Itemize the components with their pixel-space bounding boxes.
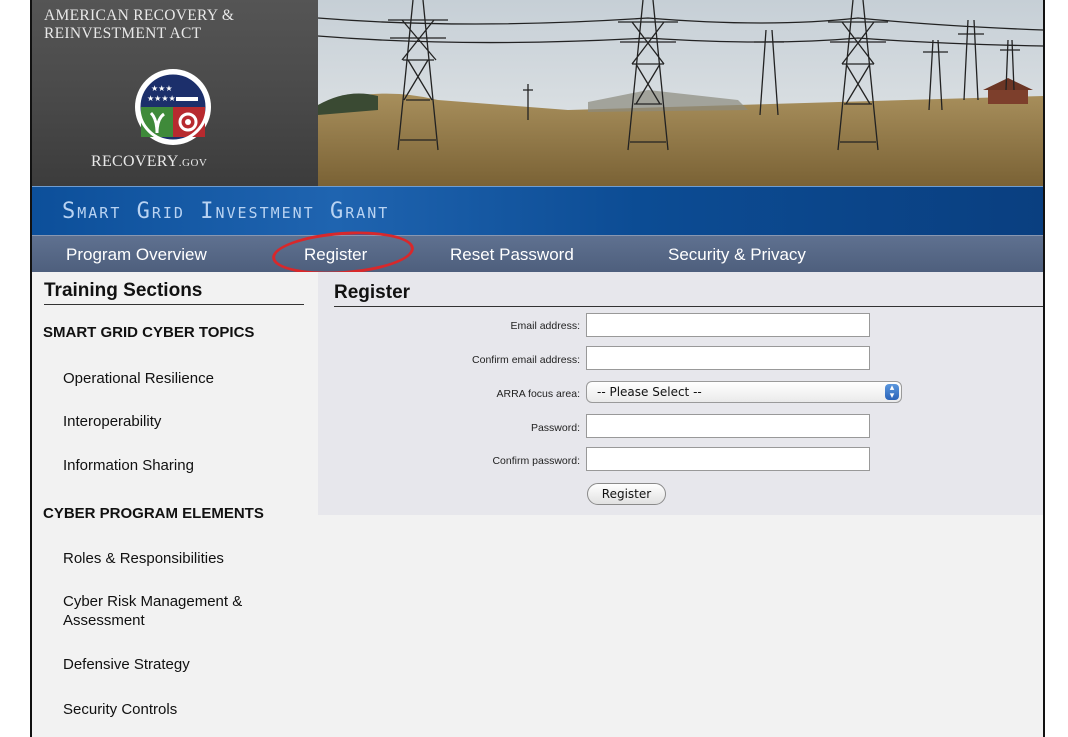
confirm-email-field[interactable] (586, 346, 870, 370)
sidebar-link-information-sharing[interactable]: Information Sharing (63, 456, 194, 475)
nav-reset-password[interactable]: Reset Password (450, 245, 574, 265)
focus-area-select[interactable]: -- Please Select -- ▴ ▾ (586, 381, 902, 403)
recovery-act-title: AMERICAN RECOVERY & REINVESTMENT ACT (44, 7, 235, 42)
main-nav: Program Overview Register Reset Password… (32, 235, 1043, 272)
recovery-gov-suffix: .GOV (178, 157, 208, 169)
email-label: Email address: (510, 320, 580, 332)
program-banner: Smart Grid Investment Grant (32, 186, 1043, 235)
email-field[interactable] (586, 313, 870, 337)
sidebar-link-defensive-strategy[interactable]: Defensive Strategy (63, 655, 190, 674)
sidebar-link-roles-responsibilities[interactable]: Roles & Responsibilities (63, 549, 224, 568)
sidebar-link-security-controls[interactable]: Security Controls (63, 700, 177, 719)
nav-security-privacy[interactable]: Security & Privacy (668, 245, 806, 265)
recovery-gov-logo: RECOVERY.GOV (91, 153, 207, 171)
focus-area-label: ARRA focus area: (496, 388, 580, 400)
recovery-gov-name: RECOVERY (91, 153, 179, 170)
register-button[interactable]: Register (587, 483, 666, 505)
training-sidebar: Training Sections SMART GRID CYBER TOPIC… (32, 272, 318, 737)
program-title: Smart Grid Investment Grant (62, 199, 390, 224)
register-form: Register Email address: Confirm email ad… (318, 272, 1043, 515)
select-arrows-icon: ▴ ▾ (885, 384, 899, 401)
svg-text:★★★★: ★★★★ (147, 94, 176, 103)
focus-area-selected: -- Please Select -- (597, 385, 702, 399)
sidebar-section-program-elements: CYBER PROGRAM ELEMENTS (43, 505, 264, 522)
power-lines-photo (318, 0, 1043, 186)
page-frame: AMERICAN RECOVERY & REINVESTMENT ACT ★★★… (30, 0, 1045, 737)
sidebar-section-cyber-topics: SMART GRID CYBER TOPICS (43, 324, 255, 341)
recovery-seal-icon: ★★★ ★★★★ (135, 69, 211, 145)
page-title: Register (334, 282, 1043, 307)
confirm-password-label: Confirm password: (492, 455, 580, 467)
recovery-gov-panel[interactable]: AMERICAN RECOVERY & REINVESTMENT ACT ★★★… (32, 0, 318, 186)
sidebar-link-interoperability[interactable]: Interoperability (63, 412, 161, 431)
password-field[interactable] (586, 414, 870, 438)
nav-program-overview[interactable]: Program Overview (66, 245, 207, 265)
confirm-password-field[interactable] (586, 447, 870, 471)
sidebar-link-cyber-risk-management[interactable]: Cyber Risk Management & Assessment (63, 592, 283, 630)
sidebar-heading: Training Sections (44, 280, 304, 305)
password-label: Password: (530, 422, 580, 434)
confirm-email-label: Confirm email address: (472, 354, 580, 366)
site-header: AMERICAN RECOVERY & REINVESTMENT ACT ★★★… (32, 0, 1043, 186)
svg-text:★★★: ★★★ (151, 84, 173, 93)
sidebar-link-operational-resilience[interactable]: Operational Resilience (63, 369, 214, 388)
